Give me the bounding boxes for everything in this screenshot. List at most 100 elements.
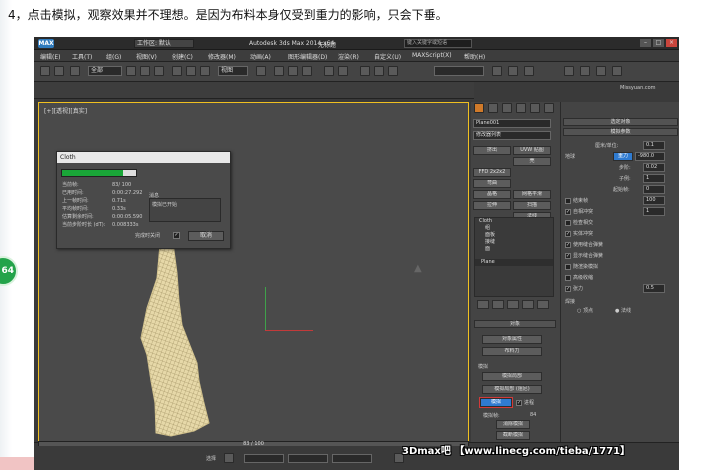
menu-graph-editors[interactable]: 图形编辑器(D)	[288, 52, 327, 61]
ffd-button[interactable]: FFD 2x2x2	[473, 168, 511, 177]
render-setup-icon[interactable]	[492, 66, 502, 76]
redo-icon[interactable]	[54, 66, 64, 76]
modifier-list-dropdown[interactable]: 修改器列表	[473, 131, 551, 140]
perspective-viewport[interactable]: [+][透视][真实] ▲ Cloth 当前帧: 83/ 100 已用时间: 0:0…	[38, 102, 469, 442]
layer-icon[interactable]	[360, 66, 370, 76]
advanced-pinching-row[interactable]: 高级收缩	[565, 274, 593, 281]
use-sewing-row[interactable]: ✓ 使用缝合弹簧	[565, 241, 603, 248]
gravity-field[interactable]: -980.0	[635, 152, 665, 161]
extrude-button[interactable]: 挤出	[473, 146, 511, 155]
browser-badge[interactable]: 64	[0, 256, 18, 286]
meshsmooth-button[interactable]: 网格平滑	[513, 190, 551, 199]
percent-snap-icon[interactable]	[302, 66, 312, 76]
show-sewing-checkbox[interactable]: ✓	[565, 252, 571, 259]
erase-simulation-button[interactable]: 消除模拟	[496, 420, 530, 429]
search-input[interactable]: 键入关键字或短语	[404, 39, 472, 48]
menu-group[interactable]: 组(G)	[106, 52, 121, 61]
object-properties-button[interactable]: 对象属性	[482, 335, 542, 344]
reference-coord-dropdown[interactable]: 视图	[218, 66, 248, 76]
quicksilver-icon[interactable]	[564, 66, 574, 76]
menu-customize[interactable]: 自定义(U)	[374, 52, 401, 61]
tension-row[interactable]: ✓ 张力	[565, 285, 583, 292]
modify-tab-icon[interactable]	[488, 103, 498, 113]
rectangle-select-icon[interactable]	[154, 66, 164, 76]
progress-option[interactable]: ✓ 进程	[516, 399, 534, 406]
minimize-icon[interactable]: –	[640, 39, 651, 47]
modifier-stack[interactable]: Cloth 组 面板 接缝 面 Plane	[474, 217, 554, 297]
solid-collision-row[interactable]: ✓ 实体冲突	[565, 230, 593, 237]
sweep-button[interactable]: 扫描	[513, 201, 551, 210]
effects-icon[interactable]	[612, 66, 622, 76]
show-end-result-icon[interactable]	[492, 300, 504, 309]
self-collision-field[interactable]: 1	[643, 207, 665, 216]
menu-modifiers[interactable]: 修改器(M)	[208, 52, 236, 61]
display-tab-icon[interactable]	[530, 103, 540, 113]
align-icon[interactable]	[338, 66, 348, 76]
render-icon[interactable]	[580, 66, 590, 76]
sim-on-render-checkbox[interactable]	[565, 263, 571, 270]
self-collision-row[interactable]: ✓ 自相冲突	[565, 208, 593, 215]
unit-field[interactable]: 0.1	[643, 141, 665, 150]
utilities-tab-icon[interactable]	[544, 103, 554, 113]
sim-params-rollout[interactable]: 模拟参数	[563, 128, 678, 136]
rotate-icon[interactable]	[186, 66, 196, 76]
subsample-field[interactable]: 1	[643, 174, 665, 183]
menu-maxscript[interactable]: MAXScript(X)	[412, 52, 452, 59]
tension-field[interactable]: 0.5	[643, 284, 665, 293]
maximize-icon[interactable]: □	[653, 39, 664, 47]
named-selection-dropdown[interactable]	[434, 66, 484, 76]
selected-object-rollout[interactable]: 选定对象	[563, 118, 678, 126]
coord-z-field[interactable]	[332, 454, 372, 463]
cancel-button[interactable]: 取消	[188, 231, 224, 241]
object-name-field[interactable]: Plane001	[473, 119, 551, 128]
angle-snap-icon[interactable]	[288, 66, 298, 76]
menu-edit[interactable]: 编辑(E)	[40, 52, 60, 61]
close-icon[interactable]: ×	[666, 39, 677, 47]
end-frame-row[interactable]: 结束帧	[565, 197, 588, 204]
cloth-forces-button[interactable]: 布料力	[482, 347, 542, 356]
stack-item-cloth[interactable]: Cloth	[475, 218, 553, 225]
workspace-dropdown[interactable]: 工作区: 默认	[134, 39, 194, 48]
undo-icon[interactable]	[40, 66, 50, 76]
environment-icon[interactable]	[596, 66, 606, 76]
object-rollout-header[interactable]: 对象	[474, 320, 556, 328]
mirror-icon[interactable]	[324, 66, 334, 76]
stack-subitem[interactable]: 面板	[475, 232, 553, 239]
lock-selection-icon[interactable]	[224, 453, 234, 463]
advanced-pinching-checkbox[interactable]	[565, 274, 571, 281]
coord-y-field[interactable]	[288, 454, 328, 463]
tension-checkbox[interactable]: ✓	[565, 285, 571, 292]
weld-verts-option[interactable]: ○ 顶点	[577, 307, 593, 314]
end-frame-field[interactable]: 100	[643, 196, 665, 205]
truncate-simulation-button[interactable]: 截断模拟	[496, 431, 530, 440]
menu-create[interactable]: 创建(C)	[172, 52, 193, 61]
gravity-button[interactable]: 重力	[613, 152, 633, 161]
make-unique-icon[interactable]	[507, 300, 519, 309]
motion-tab-icon[interactable]	[516, 103, 526, 113]
stack-subitem[interactable]: 面	[475, 246, 553, 253]
material-editor-icon[interactable]	[388, 66, 398, 76]
use-sewing-checkbox[interactable]: ✓	[565, 241, 571, 248]
menu-help[interactable]: 帮助(H)	[464, 52, 485, 61]
hierarchy-tab-icon[interactable]	[502, 103, 512, 113]
start-frame-field[interactable]: 0	[643, 185, 665, 194]
stack-item-plane[interactable]: Plane	[475, 259, 553, 266]
simulate-local-damped-button[interactable]: 模拟局部 (阻尼)	[482, 385, 542, 394]
uvw-map-button[interactable]: UVW 贴图	[513, 146, 551, 155]
close-on-done-checkbox[interactable]: ✓	[173, 232, 180, 239]
self-collision-checkbox[interactable]: ✓	[565, 208, 571, 215]
end-frame-checkbox[interactable]	[565, 197, 571, 204]
weld-normals-option[interactable]: ● 法线	[615, 307, 631, 314]
render-production-icon[interactable]	[524, 66, 534, 76]
menu-views[interactable]: 视图(V)	[136, 52, 157, 61]
simulate-local-button[interactable]: 模拟局部	[482, 372, 542, 381]
stack-subitem[interactable]: 组	[475, 225, 553, 232]
rendered-frame-icon[interactable]	[508, 66, 518, 76]
progress-checkbox[interactable]: ✓	[516, 399, 522, 406]
check-intersect-checkbox[interactable]	[565, 219, 571, 226]
pivot-icon[interactable]	[256, 66, 266, 76]
coord-x-field[interactable]	[244, 454, 284, 463]
check-intersect-row[interactable]: 检查相交	[565, 219, 593, 226]
stretch-button[interactable]: 拉伸	[473, 201, 511, 210]
selection-filter-dropdown[interactable]: 全部	[88, 66, 122, 76]
